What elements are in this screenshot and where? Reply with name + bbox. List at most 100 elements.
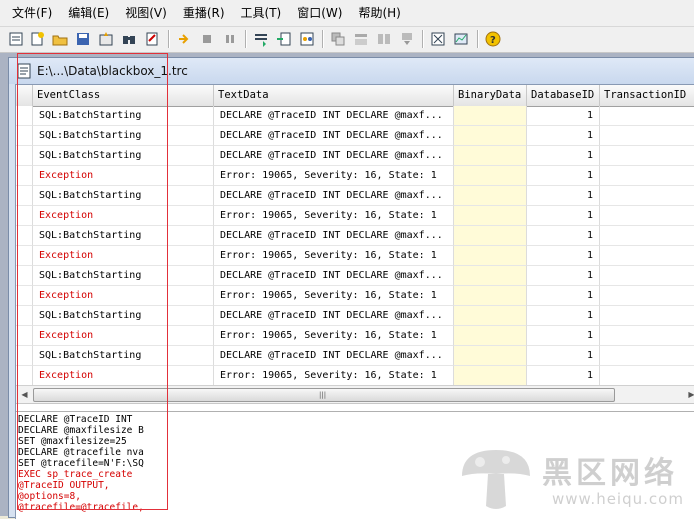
open-icon[interactable] <box>50 29 70 49</box>
row-header[interactable] <box>16 366 33 385</box>
row-header[interactable] <box>16 106 33 126</box>
cell-databaseid: 1 <box>527 286 600 306</box>
row-header[interactable] <box>16 166 33 186</box>
table-row[interactable]: SQL:BatchStarting DECLARE @TraceID INT DE… <box>16 126 694 146</box>
grid-header: EventClass TextData BinaryData DatabaseI… <box>16 85 694 107</box>
row-header[interactable] <box>16 306 33 326</box>
scroll-left-icon[interactable]: ◀ <box>16 386 33 403</box>
row-header[interactable] <box>16 286 33 306</box>
cell-eventclass: SQL:BatchStarting <box>33 226 214 246</box>
watermark: 黑区网络 www.heiqu.com <box>456 446 692 514</box>
menu-item[interactable]: 窗口(W) <box>289 0 350 26</box>
column-header-textdata[interactable]: TextData <box>214 85 454 106</box>
cell-databaseid: 1 <box>527 366 600 385</box>
table-row[interactable]: Exception Error: 19065, Severity: 16, Sta… <box>16 246 694 266</box>
row-header[interactable] <box>16 246 33 266</box>
menu-item[interactable]: 文件(F) <box>0 0 60 26</box>
cell-binarydata <box>454 226 527 246</box>
row-header[interactable] <box>16 346 33 366</box>
cell-databaseid: 1 <box>527 146 600 166</box>
table-row[interactable]: Exception Error: 19065, Severity: 16, Sta… <box>16 326 694 346</box>
scrollbar-thumb[interactable]: ||| <box>33 388 615 402</box>
cell-binarydata <box>454 326 527 346</box>
table-row[interactable]: SQL:BatchStarting DECLARE @TraceID INT DE… <box>16 186 694 206</box>
cell-eventclass: Exception <box>33 286 214 306</box>
cell-transactionid <box>600 126 694 146</box>
scroll-icon[interactable] <box>397 29 417 49</box>
table-row[interactable]: SQL:BatchStarting DECLARE @TraceID INT DE… <box>16 266 694 286</box>
menu-item[interactable]: 工具(T) <box>233 0 290 26</box>
horizontal-scrollbar[interactable]: ◀ ||| ▶ <box>16 385 694 404</box>
scroll-right-icon[interactable]: ▶ <box>683 386 694 403</box>
help-icon[interactable]: ? <box>483 29 503 49</box>
cell-databaseid: 1 <box>527 106 600 126</box>
detail-line: DECLARE @TraceID INT <box>18 414 133 425</box>
column-header-binarydata[interactable]: BinaryData <box>454 85 527 106</box>
new-template-icon[interactable] <box>27 29 47 49</box>
table-row[interactable]: Exception Error: 19065, Severity: 16, Sta… <box>16 286 694 306</box>
columns-icon[interactable] <box>374 29 394 49</box>
column-header-eventclass[interactable]: EventClass <box>33 85 214 106</box>
find-icon[interactable] <box>119 29 139 49</box>
row-header[interactable] <box>16 186 33 206</box>
cell-databaseid: 1 <box>527 186 600 206</box>
row-header[interactable] <box>16 126 33 146</box>
cell-transactionid <box>600 346 694 366</box>
cell-transactionid <box>600 286 694 306</box>
cell-textdata: Error: 19065, Severity: 16, State: 1 <box>214 166 454 186</box>
stop-icon[interactable] <box>197 29 217 49</box>
menu-item[interactable]: 编辑(E) <box>60 0 117 26</box>
table-row[interactable]: SQL:BatchStarting DECLARE @TraceID INT DE… <box>16 226 694 246</box>
cell-transactionid <box>600 146 694 166</box>
breakpoints-icon[interactable] <box>297 29 317 49</box>
table-row[interactable]: SQL:BatchStarting DECLARE @TraceID INT DE… <box>16 346 694 366</box>
grip-icon: ||| <box>319 391 327 399</box>
database-tuning-icon[interactable] <box>428 29 448 49</box>
column-header-transactionid[interactable]: TransactionID <box>600 85 694 106</box>
pause-icon[interactable] <box>220 29 240 49</box>
row-header[interactable] <box>16 266 33 286</box>
detail-line: DECLARE @maxfilesize B <box>18 425 144 436</box>
cell-databaseid: 1 <box>527 166 600 186</box>
table-row[interactable]: SQL:BatchStarting DECLARE @TraceID INT DE… <box>16 146 694 166</box>
run-to-cursor-icon[interactable] <box>274 29 294 49</box>
filter-icon[interactable] <box>328 29 348 49</box>
column-header-databaseid[interactable]: DatabaseID <box>527 85 600 106</box>
cell-binarydata <box>454 106 527 126</box>
table-row[interactable]: Exception Error: 19065, Severity: 16, Sta… <box>16 206 694 226</box>
performance-monitor-icon[interactable] <box>451 29 471 49</box>
new-trace-icon[interactable] <box>6 29 26 49</box>
cell-transactionid <box>600 186 694 206</box>
row-header[interactable] <box>16 326 33 346</box>
menu-item[interactable]: 帮助(H) <box>350 0 408 26</box>
cell-transactionid <box>600 326 694 346</box>
cell-textdata: DECLARE @TraceID INT DECLARE @maxf... <box>214 226 454 246</box>
cell-textdata: DECLARE @TraceID INT DECLARE @maxf... <box>214 306 454 326</box>
save-icon[interactable] <box>73 29 93 49</box>
watermark-mushroom-icon <box>462 450 530 509</box>
table-row[interactable]: Exception Error: 19065, Severity: 16, Sta… <box>16 366 694 385</box>
run-icon[interactable] <box>174 29 194 49</box>
row-header[interactable] <box>16 146 33 166</box>
group-icon[interactable] <box>351 29 371 49</box>
menu-item[interactable]: 重播(R) <box>175 0 233 26</box>
cell-databaseid: 1 <box>527 346 600 366</box>
table-row[interactable]: Exception Error: 19065, Severity: 16, Sta… <box>16 166 694 186</box>
properties-icon[interactable] <box>96 29 116 49</box>
cell-eventclass: Exception <box>33 246 214 266</box>
svg-text:?: ? <box>490 35 496 46</box>
cell-databaseid: 1 <box>527 246 600 266</box>
cell-binarydata <box>454 246 527 266</box>
row-header[interactable] <box>16 206 33 226</box>
table-row[interactable]: SQL:BatchStarting DECLARE @TraceID INT DE… <box>16 306 694 326</box>
watermark-url: www.heiqu.com <box>552 490 684 508</box>
menu-item[interactable]: 视图(V) <box>117 0 175 26</box>
cell-binarydata <box>454 146 527 166</box>
trace-window-titlebar[interactable]: E:\...\Data\blackbox_1.trc <box>9 58 694 84</box>
cell-databaseid: 1 <box>527 206 600 226</box>
clear-icon[interactable] <box>142 29 162 49</box>
table-row[interactable]: SQL:BatchStarting DECLARE @TraceID INT DE… <box>16 106 694 126</box>
trace-grid: EventClass TextData BinaryData DatabaseI… <box>16 85 694 385</box>
step-icon[interactable] <box>251 29 271 49</box>
row-header[interactable] <box>16 226 33 246</box>
